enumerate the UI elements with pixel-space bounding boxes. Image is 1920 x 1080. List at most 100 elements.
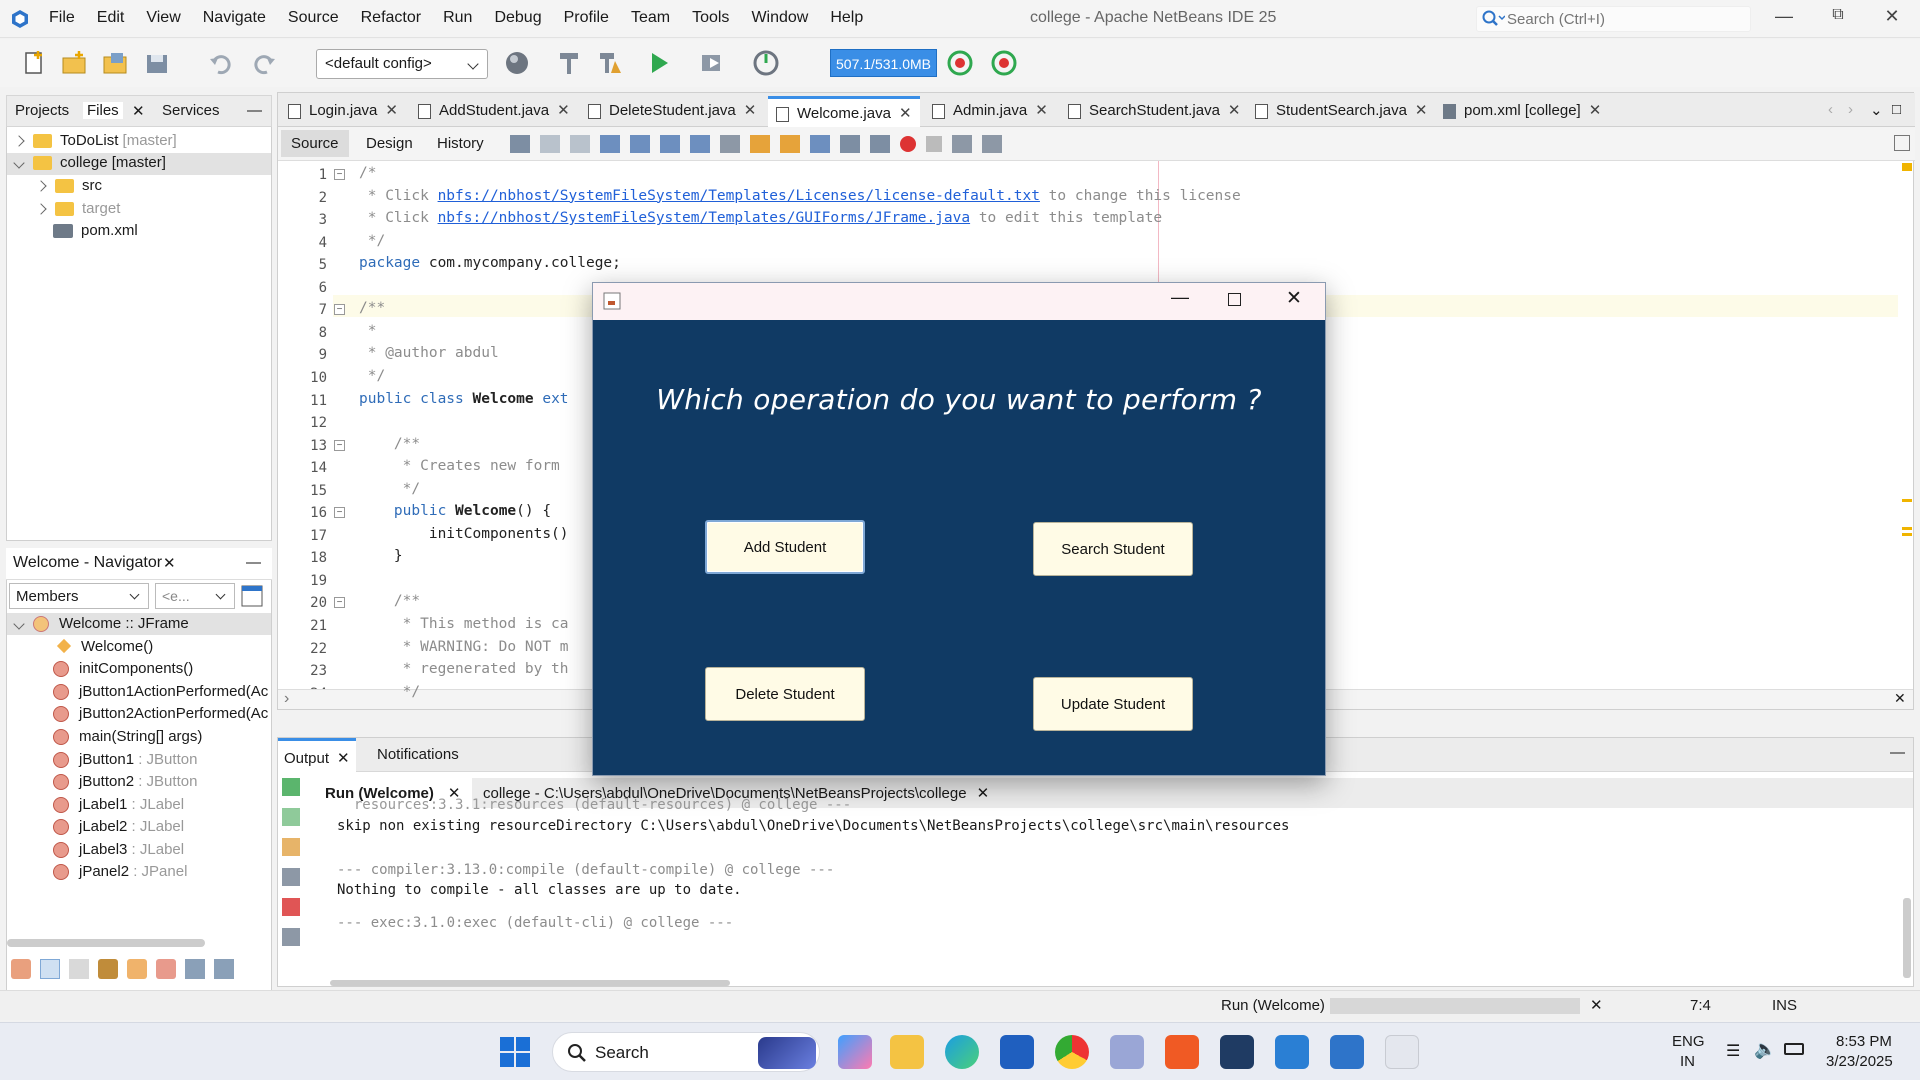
uncomment-icon[interactable] [982, 135, 1002, 153]
update-student-button[interactable]: Update Student [1033, 677, 1193, 731]
chrome-icon[interactable] [1055, 1035, 1089, 1069]
memory-usage-indicator[interactable]: 507.1/531.0MB [830, 49, 937, 77]
vertical-scrollbar[interactable] [1903, 898, 1911, 978]
save-all-icon[interactable] [143, 49, 171, 77]
close-tab-icon[interactable]: ✕ [385, 102, 398, 119]
last-edit-icon[interactable] [510, 135, 530, 153]
close-tab-icon[interactable]: ✕ [557, 102, 570, 119]
tab-source[interactable]: Source [281, 130, 349, 157]
language-label[interactable]: ENG [1672, 1033, 1705, 1050]
horizontal-scrollbar[interactable] [7, 939, 205, 947]
code-line[interactable]: /* [359, 165, 376, 181]
code-line[interactable]: * [359, 323, 377, 339]
filter-nonpublic-icon[interactable] [156, 959, 176, 979]
close-tab-icon[interactable]: ✕ [1589, 102, 1602, 119]
minimize-icon[interactable]: — [1171, 287, 1189, 308]
windows-start-icon[interactable] [500, 1037, 530, 1067]
warning-marker[interactable] [1902, 527, 1912, 530]
tab-studentsearch-java[interactable]: StudentSearch.java ✕ [1255, 101, 1428, 119]
fold-toggle-icon[interactable]: − [334, 507, 345, 519]
start-macro-icon[interactable] [900, 136, 916, 152]
chevron-right-icon[interactable] [35, 180, 47, 192]
region-label[interactable]: IN [1680, 1053, 1695, 1070]
template-link[interactable]: nbfs://nbhost/SystemFileSystem/Templates… [438, 188, 1040, 204]
member-item[interactable]: initComponents() [53, 660, 193, 678]
menu-tools[interactable]: Tools [692, 9, 729, 27]
java-app-icon[interactable] [1385, 1035, 1419, 1069]
rerun-icon[interactable] [282, 778, 300, 796]
members-filter-select[interactable]: Members [9, 583, 149, 609]
tree-item-todolist[interactable]: ToDoList [master] [13, 132, 177, 149]
scroll-tabs-right-icon[interactable]: › [1848, 101, 1853, 118]
tab-pom-xml[interactable]: pom.xml [college] ✕ [1443, 101, 1601, 119]
settings-icon[interactable] [282, 868, 300, 886]
volume-icon[interactable]: 🔈 [1754, 1039, 1776, 1060]
clean-build-icon[interactable] [597, 49, 625, 77]
tab-output[interactable]: Output ✕ [278, 738, 356, 772]
code-line[interactable]: /** [359, 300, 385, 316]
code-line[interactable]: * This method is ca [359, 616, 569, 632]
code-line[interactable]: public class Welcome ext [359, 391, 569, 407]
code-line[interactable]: */ [359, 684, 420, 700]
stop-macro-icon[interactable] [926, 136, 942, 152]
ide-search-input[interactable] [1507, 7, 1737, 31]
member-item[interactable]: jLabel2 : JLabel [53, 818, 184, 836]
find-previous-icon[interactable] [630, 135, 650, 153]
notepad-icon[interactable] [1275, 1035, 1309, 1069]
tab-list-chevron-icon[interactable]: ⌄ [1870, 101, 1883, 119]
navigator-options-icon[interactable] [241, 585, 263, 607]
code-line[interactable]: */ [359, 481, 420, 497]
ide-search-box[interactable] [1476, 6, 1751, 32]
code-line[interactable]: */ [359, 368, 385, 384]
redo-icon[interactable] [250, 49, 278, 77]
menu-debug[interactable]: Debug [494, 9, 541, 27]
member-item[interactable]: Welcome() [56, 638, 153, 655]
edge-icon[interactable] [945, 1035, 979, 1069]
open-project-icon[interactable] [101, 49, 129, 77]
file-explorer-icon[interactable] [890, 1035, 924, 1069]
menu-window[interactable]: Window [751, 9, 808, 27]
minimize-icon[interactable]: — [1764, 6, 1804, 27]
menu-edit[interactable]: Edit [97, 9, 125, 27]
close-tab-icon[interactable]: ✕ [163, 554, 176, 572]
navigator-root-class[interactable]: Welcome :: JFrame [7, 613, 271, 635]
tab-design[interactable]: Design [366, 135, 413, 152]
warning-marker[interactable] [1902, 499, 1912, 502]
config-select[interactable]: <default config> [316, 49, 488, 79]
debug-icon[interactable] [698, 49, 726, 77]
member-item[interactable]: jLabel1 : JLabel [53, 796, 184, 814]
close-tab-icon[interactable]: ✕ [744, 102, 757, 119]
member-item[interactable]: jButton1 : JButton [53, 751, 197, 769]
close-tab-icon[interactable]: ✕ [132, 102, 145, 120]
tab-login-java[interactable]: Login.java ✕ [288, 101, 398, 119]
find-next-icon[interactable] [660, 135, 680, 153]
tab-notifications[interactable]: Notifications [377, 746, 459, 763]
next-bookmark-icon[interactable] [780, 135, 800, 153]
toggle-highlight-icon[interactable] [690, 135, 710, 153]
member-item[interactable]: jLabel3 : JLabel [53, 841, 184, 859]
store-icon[interactable] [1000, 1035, 1034, 1069]
tab-searchstudent-java[interactable]: SearchStudent.java ✕ [1068, 101, 1241, 119]
filter-static-icon[interactable] [69, 959, 89, 979]
close-icon[interactable]: ✕ [1894, 690, 1906, 707]
tab-admin-java[interactable]: Admin.java ✕ [932, 101, 1048, 119]
chevron-down-icon[interactable] [13, 618, 25, 630]
taskbar-search[interactable]: Search [552, 1032, 820, 1072]
tab-welcome-java[interactable]: Welcome.java ✕ [768, 96, 920, 127]
new-file-icon[interactable] [20, 49, 48, 77]
tab-addstudent-java[interactable]: AddStudent.java ✕ [418, 101, 570, 119]
code-line[interactable]: * Click nbfs://nbhost/SystemFileSystem/T… [359, 210, 1162, 226]
wifi-icon[interactable]: ☰ [1726, 1041, 1740, 1061]
back-icon[interactable] [540, 135, 560, 153]
prev-bookmark-icon[interactable] [750, 135, 770, 153]
menu-file[interactable]: File [49, 9, 75, 27]
code-line[interactable]: * Click nbfs://nbhost/SystemFileSystem/T… [359, 188, 1241, 204]
code-line[interactable]: } [359, 548, 403, 564]
member-item[interactable]: main(String[] args) [53, 728, 202, 746]
profiler-snapshot-icon[interactable] [990, 49, 1018, 77]
tree-item-pom[interactable]: pom.xml [53, 222, 138, 239]
find-icon[interactable] [600, 135, 620, 153]
fold-toggle-icon[interactable]: − [334, 169, 345, 180]
maximize-editor-icon[interactable]: □ [1892, 101, 1901, 118]
run-icon[interactable] [645, 49, 673, 77]
